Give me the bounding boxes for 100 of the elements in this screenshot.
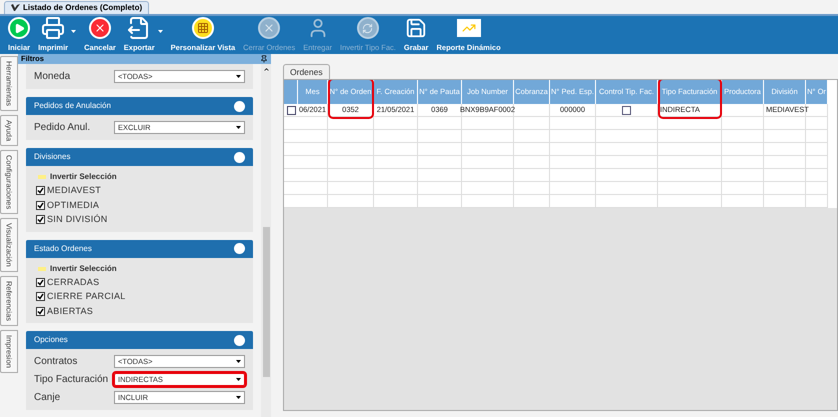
section-title: Opciones <box>34 334 68 346</box>
grid-tab[interactable]: Ordenes <box>283 64 330 79</box>
caret-icon <box>236 75 241 78</box>
empty-cell <box>722 130 764 143</box>
empty-cell <box>550 130 596 143</box>
empty-cell <box>596 169 658 182</box>
window-tab[interactable]: Listado de Ordenes (Completo) <box>4 1 150 14</box>
empty-cell <box>806 156 828 169</box>
empty-cell <box>806 182 828 195</box>
empty-cell <box>596 143 658 156</box>
selection-icon <box>38 266 46 270</box>
empty-cell <box>596 182 658 195</box>
checkbox[interactable] <box>36 186 45 196</box>
checkbox-label[interactable]: OPTIMEDIA <box>47 198 100 212</box>
empty-cell <box>764 169 806 182</box>
save-icon <box>405 17 428 40</box>
empty-cell <box>298 143 328 156</box>
pin-icon[interactable] <box>260 55 268 63</box>
row-checkbox[interactable] <box>286 106 296 114</box>
empty-cell <box>328 130 374 143</box>
empty-cell <box>374 195 418 208</box>
invert-selection-link[interactable]: Invertir Selección <box>50 262 117 274</box>
empty-cell <box>658 117 722 130</box>
grid-icon <box>192 17 214 40</box>
caret-icon <box>236 378 241 381</box>
scrollbar[interactable] <box>261 64 271 417</box>
field-label: Pedido Anul. <box>34 121 92 135</box>
invert-selection-link[interactable]: Invertir Selección <box>50 171 117 183</box>
empty-cell <box>764 130 806 143</box>
checkbox[interactable] <box>36 200 45 210</box>
caret-icon <box>158 30 163 34</box>
empty-cell <box>418 130 462 143</box>
checkbox[interactable] <box>36 292 45 302</box>
empty-cell <box>764 143 806 156</box>
empty-cell <box>374 143 418 156</box>
checkbox[interactable] <box>36 306 45 316</box>
empty-cell <box>462 117 514 130</box>
collapse-icon[interactable] <box>234 152 245 162</box>
empty-cell <box>298 195 328 208</box>
checkbox[interactable] <box>36 278 45 287</box>
play-icon <box>8 17 30 40</box>
printer-icon <box>41 16 66 40</box>
checkbox-label[interactable]: SIN DIVISIÓN <box>47 213 108 226</box>
empty-cell <box>418 156 462 169</box>
empty-cell <box>550 156 596 169</box>
empty-cell <box>374 156 418 169</box>
empty-cell <box>514 169 550 182</box>
empty-cell <box>658 156 722 169</box>
empty-cell <box>298 130 328 143</box>
collapse-icon[interactable] <box>234 243 245 254</box>
caret-icon <box>236 360 241 363</box>
cell-checkbox[interactable] <box>622 106 631 114</box>
empty-cell <box>418 195 462 208</box>
checkbox-label[interactable]: ABIERTAS <box>47 304 94 318</box>
close-icon <box>88 17 111 40</box>
empty-cell <box>806 195 828 208</box>
close-icon <box>258 17 280 40</box>
empty-cell <box>806 130 828 143</box>
empty-cell <box>658 182 722 195</box>
empty-cell <box>550 169 596 182</box>
collapse-icon[interactable] <box>234 334 245 346</box>
refresh-icon <box>356 17 379 40</box>
app-icon <box>11 4 20 12</box>
empty-cell <box>298 169 328 182</box>
empty-cell <box>596 130 658 143</box>
empty-cell <box>514 104 550 117</box>
empty-cell <box>298 182 328 195</box>
checkbox-label[interactable]: MEDIAVEST <box>47 184 102 198</box>
empty-cell <box>658 143 722 156</box>
empty-cell <box>514 182 550 195</box>
collapse-icon[interactable] <box>234 100 245 112</box>
empty-cell <box>764 117 806 130</box>
empty-cell <box>328 169 374 182</box>
empty-cell <box>722 104 764 117</box>
checkbox-label[interactable]: CIERRE PARCIAL <box>47 290 126 304</box>
empty-cell <box>596 156 658 169</box>
empty-cell <box>374 169 418 182</box>
section-title: Pedidos de Anulación <box>34 100 111 112</box>
checkbox-label[interactable]: CERRADAS <box>47 276 100 289</box>
empty-cell <box>596 195 658 208</box>
empty-cell <box>328 143 374 156</box>
empty-cell <box>328 195 374 208</box>
scroll-up-icon[interactable] <box>262 66 270 73</box>
empty-cell <box>462 195 514 208</box>
empty-cell <box>514 195 550 208</box>
empty-cell <box>514 143 550 156</box>
empty-cell <box>462 130 514 143</box>
empty-cell <box>374 130 418 143</box>
empty-cell <box>328 182 374 195</box>
empty-cell <box>722 156 764 169</box>
caret-icon <box>71 30 76 34</box>
field-label: Canje <box>34 391 62 405</box>
empty-cell <box>462 156 514 169</box>
empty-cell <box>514 156 550 169</box>
empty-cell <box>764 182 806 195</box>
empty-cell <box>550 143 596 156</box>
empty-cell <box>328 156 374 169</box>
checkbox[interactable] <box>36 215 45 224</box>
section-title: Divisiones <box>34 151 70 163</box>
empty-cell <box>550 182 596 195</box>
